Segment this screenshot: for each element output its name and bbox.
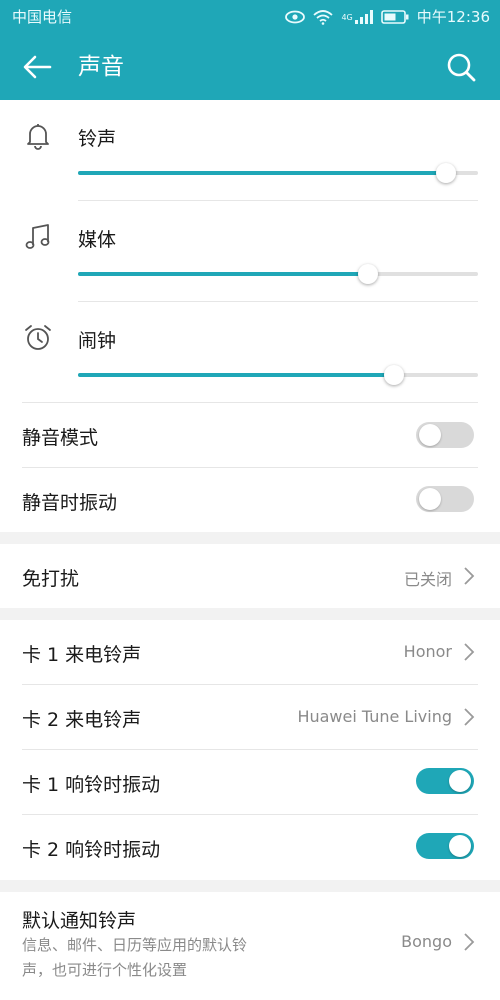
card1-ringtone-value: Honor xyxy=(403,642,452,661)
network-type-label: 4G xyxy=(341,12,353,22)
ringtone-volume-row: 铃声 xyxy=(0,100,500,200)
notification-sound-row[interactable]: 默认通知铃声 信息、邮件、日历等应用的默认铃 声，也可进行个性化设置 Bongo xyxy=(0,892,500,1000)
ringtone-volume-fill xyxy=(78,171,446,175)
music-note-icon xyxy=(22,221,54,253)
status-time: 中午12:36 xyxy=(416,8,490,26)
silent-mode-label: 静音模式 xyxy=(22,427,99,449)
alarm-clock-icon xyxy=(22,322,54,354)
search-icon[interactable] xyxy=(444,50,478,84)
notification-sound-label: 默认通知铃声 xyxy=(22,910,137,932)
card2-vibrate-label: 卡 2 响铃时振动 xyxy=(22,839,161,861)
battery-icon xyxy=(380,10,409,24)
card2-ringtone-value: Huawei Tune Living xyxy=(297,707,452,726)
bell-icon xyxy=(22,120,54,152)
ringtone-volume-slider[interactable] xyxy=(78,163,478,183)
ringtones-card: 卡 1 来电铃声 Honor 卡 2 来电铃声 Huawei Tune Livi… xyxy=(0,620,500,880)
dnd-row[interactable]: 免打扰 已关闭 xyxy=(0,544,500,608)
silent-mode-toggle[interactable] xyxy=(416,422,474,448)
wifi-icon xyxy=(313,9,334,25)
chevron-right-icon xyxy=(462,641,476,663)
app-bar: 声音 xyxy=(0,34,500,100)
chevron-right-icon xyxy=(462,565,476,587)
alarm-volume-slider[interactable] xyxy=(78,365,478,385)
toggle-knob xyxy=(449,770,471,792)
chevron-right-icon xyxy=(462,706,476,728)
status-bar: 中国电信 4G 中午12:36 xyxy=(0,0,500,34)
toggle-knob xyxy=(419,424,441,446)
vibrate-silent-label: 静音时振动 xyxy=(22,492,118,514)
alarm-volume-fill xyxy=(78,373,394,377)
ringtone-volume-label: 铃声 xyxy=(78,128,117,150)
card2-vibrate-toggle[interactable] xyxy=(416,833,474,859)
card2-ringtone-row[interactable]: 卡 2 来电铃声 Huawei Tune Living xyxy=(0,685,500,749)
media-volume-thumb[interactable] xyxy=(358,264,378,284)
alarm-volume-label: 闹钟 xyxy=(78,330,117,352)
silent-mode-row[interactable]: 静音模式 xyxy=(0,403,500,467)
card1-ringtone-label: 卡 1 来电铃声 xyxy=(22,644,142,666)
card1-vibrate-label: 卡 1 响铃时振动 xyxy=(22,774,161,796)
card1-vibrate-toggle[interactable] xyxy=(416,768,474,794)
media-volume-slider[interactable] xyxy=(78,264,478,284)
card2-vibrate-row[interactable]: 卡 2 响铃时振动 xyxy=(0,815,500,879)
back-arrow-icon[interactable] xyxy=(20,50,54,84)
card2-ringtone-label: 卡 2 来电铃声 xyxy=(22,709,142,731)
alarm-volume-thumb[interactable] xyxy=(384,365,404,385)
vibrate-silent-toggle[interactable] xyxy=(416,486,474,512)
vibrate-silent-row[interactable]: 静音时振动 xyxy=(0,468,500,532)
notification-description-line2: 声，也可进行个性化设置 xyxy=(22,961,188,979)
volume-card: 铃声 媒体 闹钟 静音模式 静音时振动 xyxy=(0,100,500,532)
media-volume-fill xyxy=(78,272,368,276)
chevron-right-icon xyxy=(462,931,476,953)
dnd-card: 免打扰 已关闭 xyxy=(0,544,500,608)
eye-icon xyxy=(285,10,306,24)
card1-vibrate-row[interactable]: 卡 1 响铃时振动 xyxy=(0,750,500,814)
dnd-status: 已关闭 xyxy=(403,570,452,589)
alarm-volume-row: 闹钟 xyxy=(0,302,500,402)
media-volume-label: 媒体 xyxy=(78,229,117,251)
notification-sound-value: Bongo xyxy=(401,932,452,951)
media-volume-row: 媒体 xyxy=(0,201,500,301)
dnd-label: 免打扰 xyxy=(22,568,80,590)
notification-description-line1: 信息、邮件、日历等应用的默认铃 xyxy=(22,936,248,954)
page-title: 声音 xyxy=(78,54,124,80)
notification-card: 默认通知铃声 信息、邮件、日历等应用的默认铃 声，也可进行个性化设置 Bongo xyxy=(0,892,500,1000)
card1-ringtone-row[interactable]: 卡 1 来电铃声 Honor xyxy=(0,620,500,684)
signal-icon: 4G xyxy=(341,10,373,24)
carrier-name: 中国电信 xyxy=(12,8,73,26)
ringtone-volume-thumb[interactable] xyxy=(436,163,456,183)
toggle-knob xyxy=(419,488,441,510)
toggle-knob xyxy=(449,835,471,857)
